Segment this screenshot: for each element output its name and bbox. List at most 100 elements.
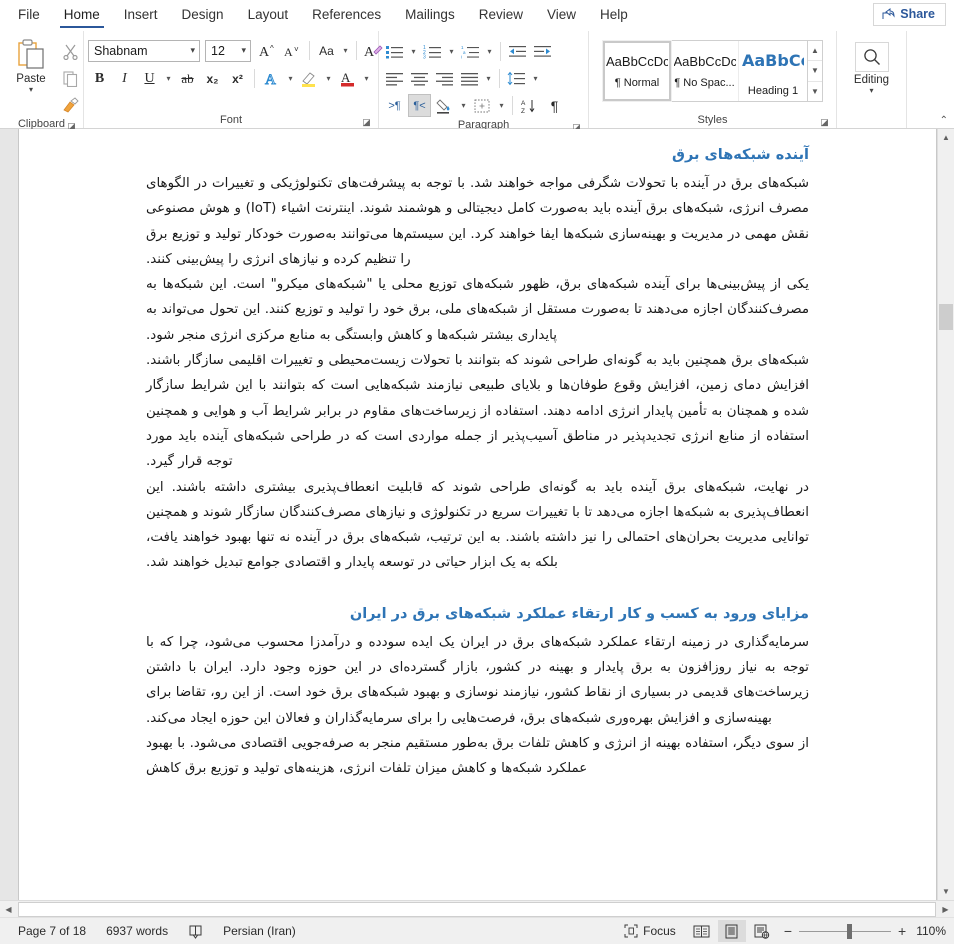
tab-view[interactable]: View — [535, 1, 588, 30]
styles-gallery[interactable]: AaBbCcDc ¶ Normal AaBbCcDc ¶ No Spac... … — [602, 40, 808, 102]
share-button[interactable]: Share — [873, 3, 946, 26]
align-right-button[interactable] — [433, 67, 456, 90]
document-area: آینده شبکه‌های برق شبکه‌های برق در آینده… — [0, 129, 954, 900]
web-layout-button[interactable] — [748, 920, 776, 942]
font-color-button[interactable]: A — [336, 67, 359, 90]
font-color-chevron-down-icon[interactable]: ▾ — [361, 74, 372, 83]
change-case-button[interactable]: Aa — [315, 39, 338, 62]
italic-label: I — [122, 70, 127, 86]
zoom-level-label[interactable]: 110% — [916, 924, 946, 938]
bold-button[interactable]: B — [88, 67, 111, 90]
multilevel-list-chevron-down-icon[interactable]: ▾ — [484, 47, 495, 56]
sort-button[interactable]: AZ — [518, 94, 541, 117]
tab-file[interactable]: File — [6, 1, 52, 30]
paste-chevron-down-icon[interactable]: ▾ — [29, 86, 33, 94]
svg-text:A: A — [341, 70, 351, 85]
increase-indent-button[interactable] — [531, 40, 554, 63]
justify-button[interactable] — [458, 67, 481, 90]
styles-scroll-down-icon[interactable]: ▼ — [808, 61, 822, 82]
numbering-chevron-down-icon[interactable]: ▾ — [446, 47, 457, 56]
cut-button[interactable] — [58, 40, 82, 62]
tab-help[interactable]: Help — [588, 1, 640, 30]
line-spacing-chevron-down-icon[interactable]: ▾ — [530, 74, 541, 83]
ltr-text-direction-button[interactable]: >¶ — [383, 94, 406, 117]
borders-button[interactable] — [471, 94, 494, 117]
collapse-ribbon-icon[interactable]: ⌃ — [940, 115, 948, 126]
horizontal-scroll-track[interactable] — [17, 901, 937, 917]
font-dialog-launcher[interactable]: ◪ — [361, 117, 372, 128]
styles-more-icon[interactable]: ▼ — [808, 82, 822, 101]
shrink-font-button[interactable]: A ˅ — [281, 39, 304, 62]
editing-button[interactable]: Editing ▾ — [843, 36, 901, 95]
horizontal-scrollbar[interactable]: ◀ ▶ — [0, 900, 954, 917]
font-size-combobox[interactable]: 12 ▾ — [205, 39, 251, 62]
tab-review[interactable]: Review — [467, 1, 535, 30]
subscript-button[interactable]: x₂ — [201, 67, 224, 90]
page-content[interactable]: آینده شبکه‌های برق شبکه‌های برق در آینده… — [19, 129, 936, 782]
tab-mailings[interactable]: Mailings — [393, 1, 467, 30]
borders-chevron-down-icon[interactable]: ▾ — [496, 101, 507, 110]
styles-scroll-up-icon[interactable]: ▲ — [808, 41, 822, 62]
tab-insert[interactable]: Insert — [112, 1, 170, 30]
style-item-no-spacing[interactable]: AaBbCcDc ¶ No Spac... — [671, 41, 739, 101]
zoom-slider[interactable]: − + — [784, 923, 906, 939]
read-mode-button[interactable] — [688, 920, 716, 942]
bullets-button[interactable] — [383, 40, 406, 63]
highlight-chevron-down-icon[interactable]: ▾ — [323, 74, 334, 83]
format-painter-button[interactable] — [58, 94, 82, 116]
vertical-scroll-thumb[interactable] — [939, 304, 953, 330]
shading-chevron-down-icon[interactable]: ▾ — [458, 101, 469, 110]
align-left-button[interactable] — [383, 67, 406, 90]
font-name-combobox[interactable]: Shabnam ▾ — [88, 39, 200, 62]
change-case-chevron-down-icon[interactable]: ▾ — [340, 46, 351, 55]
copy-button[interactable] — [58, 67, 82, 89]
horizontal-scroll-thumb[interactable] — [18, 901, 936, 917]
word-count-status[interactable]: 6937 words — [96, 924, 178, 938]
tab-home[interactable]: Home — [52, 1, 112, 30]
text-effects-button[interactable]: A — [260, 67, 283, 90]
tab-layout[interactable]: Layout — [236, 1, 301, 30]
justify-chevron-down-icon[interactable]: ▾ — [483, 74, 494, 83]
scroll-down-icon[interactable]: ▼ — [938, 883, 954, 900]
align-center-button[interactable] — [408, 67, 431, 90]
strikethrough-button[interactable]: ab — [176, 67, 199, 90]
numbering-button[interactable]: 123 — [421, 40, 444, 63]
vertical-scroll-track[interactable] — [938, 146, 954, 883]
editing-chevron-down-icon[interactable]: ▾ — [869, 87, 873, 95]
zoom-out-button[interactable]: − — [784, 923, 792, 939]
multilevel-list-button[interactable]: 1ai — [459, 40, 482, 63]
shading-button[interactable] — [433, 94, 456, 117]
text-effects-chevron-down-icon[interactable]: ▾ — [285, 74, 296, 83]
scroll-up-icon[interactable]: ▲ — [938, 129, 954, 146]
show-formatting-marks-button[interactable]: ¶ — [543, 94, 566, 117]
focus-mode-button[interactable]: Focus — [614, 924, 686, 938]
document-page[interactable]: آینده شبکه‌های برق شبکه‌های برق در آینده… — [18, 129, 937, 900]
bullets-chevron-down-icon[interactable]: ▾ — [408, 47, 419, 56]
underline-chevron-down-icon[interactable]: ▾ — [163, 74, 174, 83]
styles-scrollbar[interactable]: ▲ ▼ ▼ — [808, 40, 823, 102]
scroll-left-icon[interactable]: ◀ — [0, 901, 17, 918]
page-number-status[interactable]: Page 7 of 18 — [8, 924, 96, 938]
rtl-text-direction-button[interactable]: ¶< — [408, 94, 431, 117]
grow-font-button[interactable]: A ^ — [256, 39, 279, 62]
vertical-scrollbar[interactable]: ▲ ▼ — [937, 129, 954, 900]
paste-button[interactable]: Paste ▾ — [4, 36, 58, 94]
language-status[interactable]: Persian (Iran) — [213, 924, 306, 938]
zoom-in-button[interactable]: + — [898, 923, 906, 939]
line-spacing-button[interactable] — [505, 67, 528, 90]
style-item-heading-1[interactable]: AaBbCс Heading 1 — [739, 41, 807, 101]
print-layout-button[interactable] — [717, 920, 746, 942]
tab-design[interactable]: Design — [170, 1, 236, 30]
italic-button[interactable]: I — [113, 67, 136, 90]
style-item-normal[interactable]: AaBbCcDc ¶ Normal — [602, 40, 672, 102]
zoom-slider-track[interactable] — [799, 923, 891, 939]
tab-references[interactable]: References — [300, 1, 393, 30]
underline-button[interactable]: U — [138, 67, 161, 90]
decrease-indent-button[interactable] — [506, 40, 529, 63]
proofing-status[interactable] — [178, 924, 213, 939]
highlight-button[interactable] — [298, 67, 321, 90]
zoom-slider-thumb[interactable] — [847, 923, 852, 939]
superscript-button[interactable]: x² — [226, 67, 249, 90]
scroll-right-icon[interactable]: ▶ — [937, 901, 954, 918]
styles-dialog-launcher[interactable]: ◪ — [819, 117, 830, 128]
